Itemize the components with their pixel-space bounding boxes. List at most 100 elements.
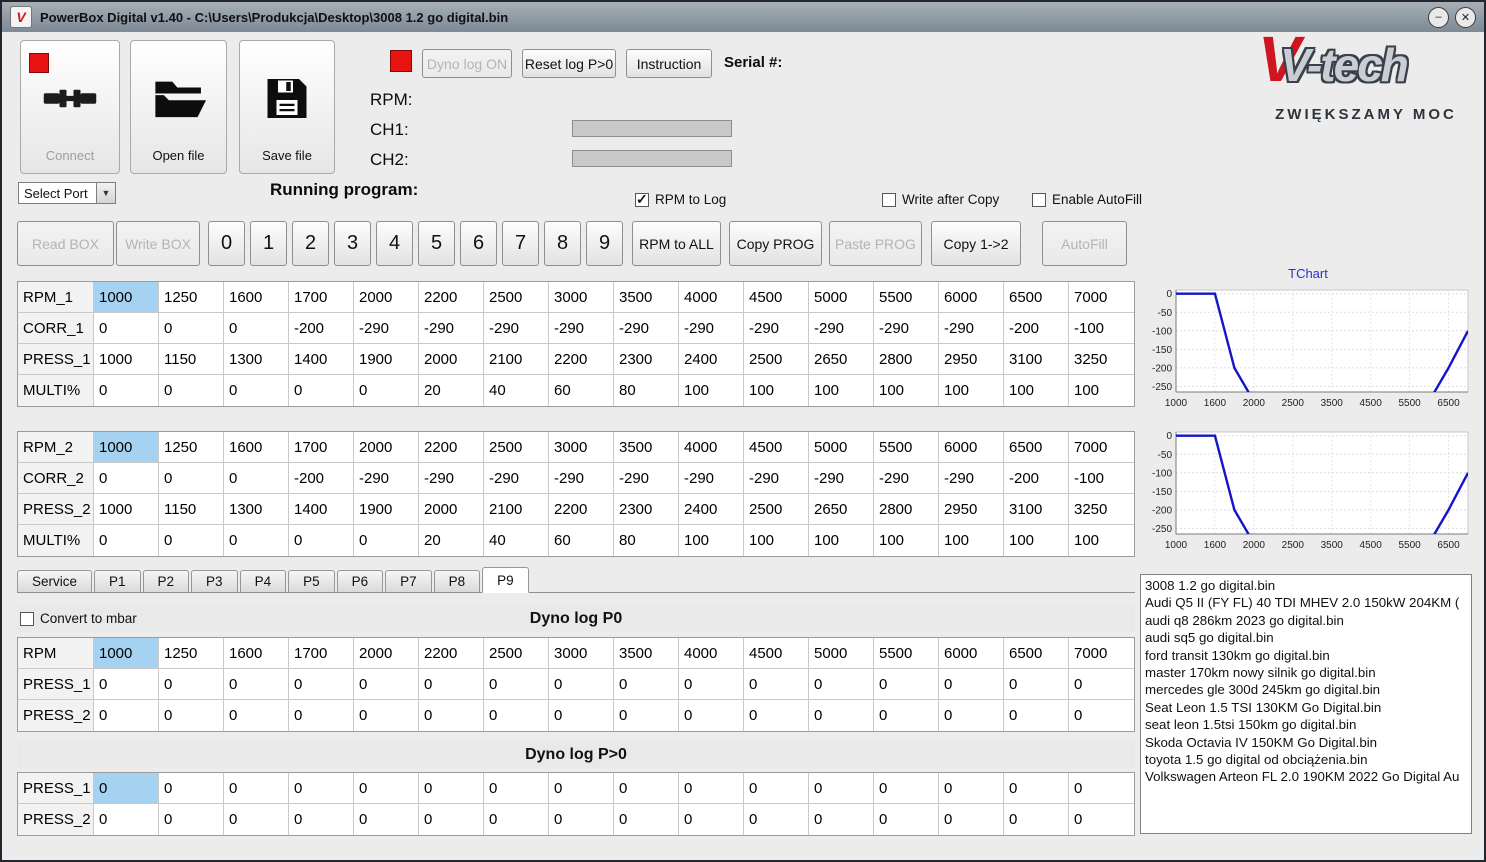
connect-button[interactable]: Connect <box>20 40 120 174</box>
table-cell[interactable]: 0 <box>679 804 744 835</box>
table-cell[interactable]: 1400 <box>289 494 354 525</box>
table-cell[interactable]: 0 <box>939 773 1004 804</box>
table-cell[interactable]: -100 <box>1069 313 1134 344</box>
table-cell[interactable]: 0 <box>159 804 224 835</box>
file-list-item[interactable]: Audi Q5 II (FY FL) 40 TDI MHEV 2.0 150kW… <box>1141 594 1471 611</box>
table-cell[interactable]: 100 <box>809 525 874 556</box>
table-cell[interactable]: 0 <box>354 375 419 406</box>
table-cell[interactable]: 60 <box>549 525 614 556</box>
table-cell[interactable]: 2500 <box>744 344 809 375</box>
table-cell[interactable]: 5000 <box>809 638 874 669</box>
table-cell[interactable]: 0 <box>874 669 939 700</box>
table-cell[interactable]: 0 <box>614 669 679 700</box>
table-cell[interactable]: 0 <box>484 804 549 835</box>
table-cell[interactable]: 0 <box>224 700 289 731</box>
table-cell[interactable]: 5500 <box>874 638 939 669</box>
table-cell[interactable]: 2000 <box>354 282 419 313</box>
open-file-button[interactable]: Open file <box>130 40 227 174</box>
table-cell[interactable]: -290 <box>874 313 939 344</box>
table-cell[interactable]: 1000 <box>94 494 159 525</box>
table-cell[interactable]: -290 <box>549 463 614 494</box>
table-cell[interactable]: 2500 <box>744 494 809 525</box>
table-cell[interactable]: 2000 <box>419 494 484 525</box>
rpm-to-log-checkbox[interactable]: RPM to Log <box>635 191 726 208</box>
table-cell[interactable]: 3500 <box>614 432 679 463</box>
table-cell[interactable]: 100 <box>744 525 809 556</box>
table-cell[interactable]: 0 <box>614 804 679 835</box>
table-cell[interactable]: 1900 <box>354 494 419 525</box>
file-list-item[interactable]: audi q8 286km 2023 go digital.bin <box>1141 612 1471 629</box>
table-cell[interactable]: 1600 <box>224 432 289 463</box>
table-cell[interactable]: 0 <box>224 804 289 835</box>
table-cell[interactable]: 0 <box>289 804 354 835</box>
table-cell[interactable]: 2200 <box>549 494 614 525</box>
digit-button-5[interactable]: 5 <box>418 221 455 266</box>
table-cell[interactable]: 100 <box>809 375 874 406</box>
table-cell[interactable]: 0 <box>1069 669 1134 700</box>
table-cell[interactable]: 0 <box>939 669 1004 700</box>
table-cell[interactable]: 0 <box>679 700 744 731</box>
tab-service[interactable]: Service <box>17 570 93 592</box>
table-cell[interactable]: 40 <box>484 375 549 406</box>
tab-p1[interactable]: P1 <box>94 570 141 592</box>
table-cell[interactable]: 0 <box>354 525 419 556</box>
table-cell[interactable]: 0 <box>549 700 614 731</box>
table-cell[interactable]: 3000 <box>549 282 614 313</box>
digit-button-9[interactable]: 9 <box>586 221 623 266</box>
digit-button-8[interactable]: 8 <box>544 221 581 266</box>
table-cell[interactable]: 4000 <box>679 282 744 313</box>
digit-button-6[interactable]: 6 <box>460 221 497 266</box>
table-cell[interactable]: 0 <box>1004 804 1069 835</box>
table-cell[interactable]: 4000 <box>679 638 744 669</box>
table-cell[interactable]: 7000 <box>1069 282 1134 313</box>
copy-prog-button[interactable]: Copy PROG <box>729 221 822 266</box>
table-cell[interactable]: 3000 <box>549 432 614 463</box>
table-cell[interactable]: 0 <box>679 773 744 804</box>
table-cell[interactable]: 0 <box>939 804 1004 835</box>
select-port-dropdown[interactable]: Select Port ▼ <box>18 182 116 204</box>
table-cell[interactable]: 0 <box>484 773 549 804</box>
table-cell[interactable]: 100 <box>1004 525 1069 556</box>
table-cell[interactable]: 0 <box>94 669 159 700</box>
table-cell[interactable]: -290 <box>744 313 809 344</box>
table-cell[interactable]: 0 <box>744 804 809 835</box>
table-cell[interactable]: 2800 <box>874 344 939 375</box>
table-cell[interactable]: 0 <box>159 700 224 731</box>
tab-p2[interactable]: P2 <box>142 570 190 592</box>
table-cell[interactable]: 40 <box>484 525 549 556</box>
table-cell[interactable]: -200 <box>1004 313 1069 344</box>
table-cell[interactable]: -290 <box>939 463 1004 494</box>
table-cell[interactable]: 2650 <box>809 344 874 375</box>
table-cell[interactable]: 0 <box>224 525 289 556</box>
table-cell[interactable]: 0 <box>159 773 224 804</box>
close-button[interactable]: ✕ <box>1455 6 1476 28</box>
table-cell[interactable]: 1600 <box>224 282 289 313</box>
table-cell[interactable]: 6500 <box>1004 432 1069 463</box>
table-cell[interactable]: 2800 <box>874 494 939 525</box>
autofill-button[interactable]: AutoFill <box>1042 221 1127 266</box>
table-cell[interactable]: 0 <box>159 463 224 494</box>
table-cell[interactable]: 0 <box>224 313 289 344</box>
table-cell[interactable]: 100 <box>1004 375 1069 406</box>
tab-p7[interactable]: P7 <box>385 570 432 592</box>
table-cell[interactable]: 0 <box>224 375 289 406</box>
table-cell[interactable]: -200 <box>1004 463 1069 494</box>
file-list-item[interactable]: mercedes gle 300d 245km go digital.bin <box>1141 681 1471 698</box>
digit-button-1[interactable]: 1 <box>250 221 287 266</box>
digit-button-2[interactable]: 2 <box>292 221 329 266</box>
table-cell[interactable]: 3000 <box>549 638 614 669</box>
table-cell[interactable]: 4500 <box>744 282 809 313</box>
table-cell[interactable]: 2950 <box>939 494 1004 525</box>
table-cell[interactable]: 1700 <box>289 432 354 463</box>
table-cell[interactable]: 0 <box>1004 773 1069 804</box>
table-cell[interactable]: 0 <box>484 700 549 731</box>
table-cell[interactable]: 4500 <box>744 638 809 669</box>
table-cell[interactable]: -290 <box>679 463 744 494</box>
table-cell[interactable]: 2200 <box>549 344 614 375</box>
table-cell[interactable]: 0 <box>94 773 159 804</box>
tab-p3[interactable]: P3 <box>191 570 238 592</box>
file-list-item[interactable]: ford transit 130km go digital.bin <box>1141 647 1471 664</box>
digit-button-4[interactable]: 4 <box>376 221 413 266</box>
table-cell[interactable]: 100 <box>679 375 744 406</box>
rpm-to-all-button[interactable]: RPM to ALL <box>632 221 721 266</box>
